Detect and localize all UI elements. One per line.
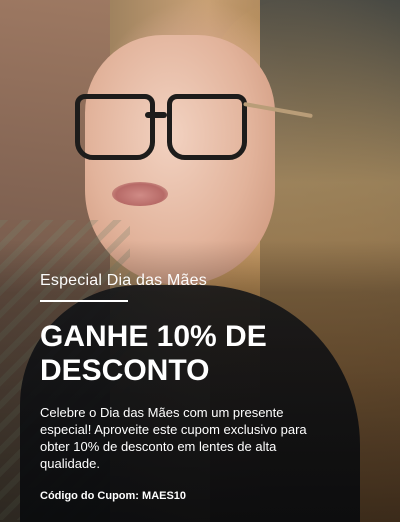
coupon-code: Código do Cupom: MAES10	[40, 490, 187, 502]
headline-line-1: GANHE 10% DE	[40, 320, 267, 353]
divider-rule	[40, 300, 128, 302]
promo-body: Celebre o Dia das Mães com um presente e…	[40, 405, 307, 471]
headline-line-2: DESCONTO	[40, 354, 210, 387]
promo-headline: GANHE 10% DE DESCONTO	[40, 320, 370, 388]
promo-text-block: Especial Dia das Mães GANHE 10% DE DESCO…	[40, 272, 370, 502]
promo-banner: Especial Dia das Mães GANHE 10% DE DESCO…	[0, 0, 400, 522]
promo-eyebrow: Especial Dia das Mães	[40, 272, 207, 289]
